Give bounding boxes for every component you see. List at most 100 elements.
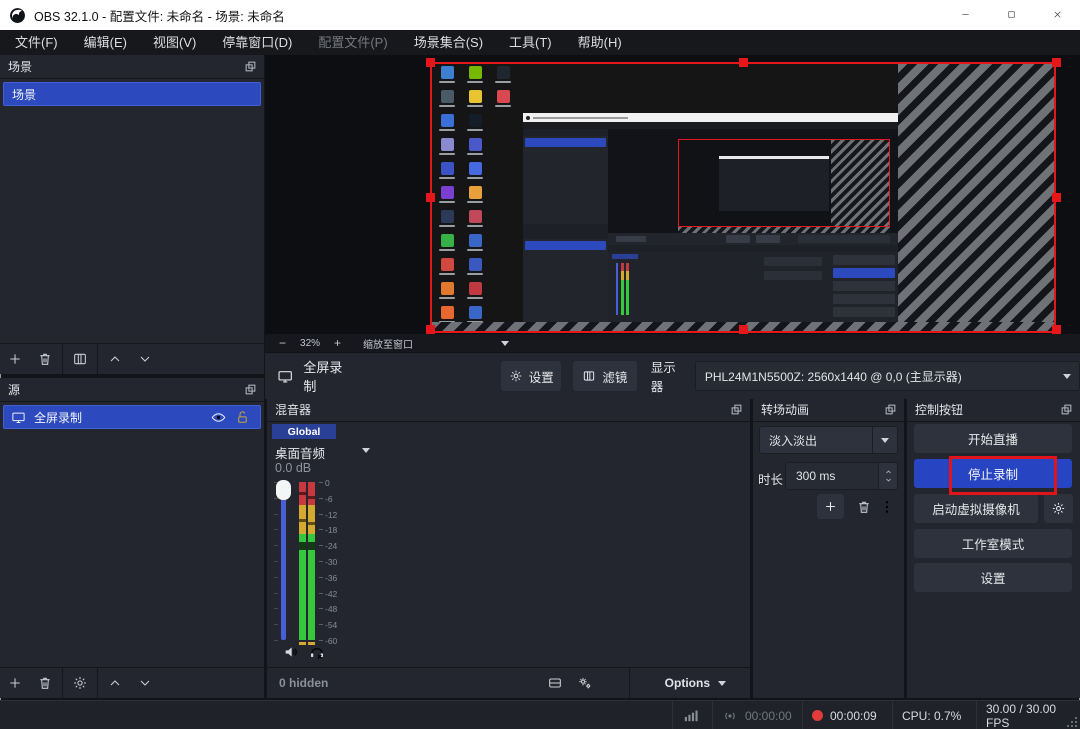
settings-label: 设置 bbox=[980, 568, 1005, 587]
remove-transition-button[interactable] bbox=[849, 492, 879, 522]
resize-handle-top-center[interactable] bbox=[739, 58, 748, 67]
speaker-unmuted-icon[interactable] bbox=[283, 644, 299, 660]
scene-filters-button[interactable] bbox=[65, 344, 95, 374]
volume-fader-track[interactable] bbox=[281, 482, 286, 640]
menu-scene-collection[interactable]: 场景集合(S) bbox=[401, 30, 496, 55]
volume-fader-handle[interactable] bbox=[276, 480, 291, 500]
mixer-layout-toggle-button[interactable] bbox=[540, 668, 570, 698]
spin-up-icon[interactable] bbox=[884, 468, 893, 476]
menu-docks[interactable]: 停靠窗口(D) bbox=[209, 30, 305, 55]
move-scene-down-button[interactable] bbox=[130, 344, 160, 374]
stop-recording-button[interactable]: 停止录制 bbox=[914, 459, 1072, 488]
settings-button[interactable]: 设置 bbox=[914, 563, 1072, 592]
transition-select-dropdown[interactable]: 淡入淡出 bbox=[759, 426, 898, 454]
mixer-options-button[interactable]: Options bbox=[665, 676, 726, 690]
resize-handle-bottom-right[interactable] bbox=[1052, 325, 1061, 334]
add-transition-button[interactable] bbox=[817, 494, 844, 519]
start-streaming-button[interactable]: 开始直播 bbox=[914, 424, 1072, 453]
zoom-in-button[interactable]: + bbox=[334, 336, 341, 350]
hidden-count-label: 0 hidden bbox=[279, 676, 328, 690]
stop-recording-label: 停止录制 bbox=[968, 464, 1018, 483]
source-list-item[interactable]: 全屏录制 bbox=[3, 405, 261, 429]
preview-canvas[interactable] bbox=[265, 55, 1080, 334]
move-source-down-button[interactable] bbox=[130, 668, 160, 698]
menu-profile[interactable]: 配置文件(P) bbox=[305, 30, 400, 55]
menu-bar: 文件(F) 编辑(E) 视图(V) 停靠窗口(D) 配置文件(P) 场景集合(S… bbox=[0, 30, 1080, 55]
title-bar: OBS 32.1.0 - 配置文件: 未命名 - 场景: 未命名 bbox=[0, 0, 1080, 31]
menu-view[interactable]: 视图(V) bbox=[140, 30, 209, 55]
resize-grip[interactable] bbox=[1067, 717, 1077, 727]
channel-menu-caret-icon[interactable] bbox=[362, 448, 370, 453]
monitor-off-headphones-icon[interactable] bbox=[309, 644, 325, 660]
obs-main-window: OBS 32.1.0 - 配置文件: 未命名 - 场景: 未命名 文件(F) 编… bbox=[0, 0, 1080, 729]
resize-handle-middle-left[interactable] bbox=[426, 193, 435, 202]
zoom-fit-label[interactable]: 缩放至窗口 bbox=[363, 336, 413, 351]
maximize-button[interactable] bbox=[988, 0, 1034, 29]
spinbox-arrows[interactable] bbox=[878, 463, 897, 489]
move-source-up-button[interactable] bbox=[100, 668, 130, 698]
stream-time: 00:00:00 bbox=[745, 709, 792, 723]
dock-popup-icon[interactable] bbox=[730, 403, 743, 416]
cpu-usage: CPU: 0.7% bbox=[902, 701, 961, 729]
menu-edit[interactable]: 编辑(E) bbox=[71, 30, 140, 55]
vu-meter-right bbox=[308, 482, 315, 640]
zoom-fit-caret-icon[interactable] bbox=[501, 341, 509, 346]
source-visibility-eye-icon[interactable] bbox=[211, 410, 226, 425]
dock-popup-icon[interactable] bbox=[1060, 403, 1073, 416]
menu-file[interactable]: 文件(F) bbox=[2, 30, 71, 55]
meter-scale-label: -54 bbox=[325, 620, 337, 630]
dock-popup-icon[interactable] bbox=[244, 383, 257, 396]
close-button[interactable] bbox=[1034, 0, 1080, 29]
add-scene-button[interactable] bbox=[0, 344, 30, 374]
source-properties-button[interactable] bbox=[65, 668, 95, 698]
record-time: 00:00:09 bbox=[830, 709, 877, 723]
duration-label: 时长 bbox=[758, 469, 783, 488]
global-audio-badge: Global bbox=[272, 424, 336, 439]
source-settings-button[interactable]: 设置 bbox=[501, 361, 561, 391]
meter-scale-label: -18 bbox=[325, 525, 337, 535]
display-label: 显示器 bbox=[651, 357, 687, 395]
move-scene-up-button[interactable] bbox=[100, 344, 130, 374]
display-select-dropdown[interactable]: PHL24M1N5500Z: 2560x1440 @ 0,0 (主显示器) bbox=[695, 361, 1080, 391]
virtual-camera-config-button[interactable] bbox=[1044, 494, 1073, 523]
selected-source-bounding-box[interactable] bbox=[430, 62, 1056, 333]
menu-tools[interactable]: 工具(T) bbox=[496, 30, 565, 55]
sources-dock-title: 源 bbox=[8, 381, 20, 398]
volume-db-label: 0.0 dB bbox=[275, 461, 311, 475]
gear-icon bbox=[509, 369, 523, 383]
transition-name: 淡入淡出 bbox=[769, 432, 817, 449]
transition-properties-dots-icon[interactable] bbox=[877, 492, 897, 522]
options-label: Options bbox=[665, 676, 710, 690]
resize-handle-middle-right[interactable] bbox=[1052, 193, 1061, 202]
spin-down-icon[interactable] bbox=[884, 476, 893, 484]
dock-popup-icon[interactable] bbox=[244, 60, 257, 73]
settings-label: 设置 bbox=[529, 367, 554, 386]
add-source-button[interactable] bbox=[0, 668, 30, 698]
display-capture-icon bbox=[11, 410, 26, 425]
remove-scene-button[interactable] bbox=[30, 344, 60, 374]
zoom-percent: 32% bbox=[300, 338, 320, 349]
resize-handle-bottom-center[interactable] bbox=[739, 325, 748, 334]
meter-scale-label: -6 bbox=[325, 494, 333, 504]
zoom-out-button[interactable]: − bbox=[279, 336, 286, 350]
start-virtual-camera-button[interactable]: 启动虚拟摄像机 bbox=[914, 494, 1038, 523]
bitrate-signal-icon bbox=[682, 701, 699, 729]
meter-scale-label: 0 bbox=[325, 478, 330, 488]
resize-handle-top-left[interactable] bbox=[426, 58, 435, 67]
advanced-audio-button[interactable] bbox=[570, 668, 600, 698]
source-unlock-icon[interactable] bbox=[235, 410, 250, 425]
studio-mode-button[interactable]: 工作室模式 bbox=[914, 529, 1072, 558]
resize-handle-top-right[interactable] bbox=[1052, 58, 1061, 67]
window-title: OBS 32.1.0 - 配置文件: 未命名 - 场景: 未命名 bbox=[34, 6, 285, 25]
resize-handle-bottom-left[interactable] bbox=[426, 325, 435, 334]
dock-popup-icon[interactable] bbox=[884, 403, 897, 416]
menu-help[interactable]: 帮助(H) bbox=[565, 30, 635, 55]
source-filters-button[interactable]: 滤镜 bbox=[573, 361, 637, 391]
minimize-button[interactable] bbox=[942, 0, 988, 29]
transition-duration-spinbox[interactable]: 300 ms bbox=[785, 462, 898, 490]
remove-source-button[interactable] bbox=[30, 668, 60, 698]
transitions-dock-header: 转场动画 bbox=[753, 398, 904, 422]
status-bar: 00:00:00 00:00:09 CPU: 0.7% 30.00 / 30.0… bbox=[0, 700, 1080, 729]
scene-name: 场景 bbox=[12, 86, 36, 103]
scene-list-item[interactable]: 场景 bbox=[3, 82, 261, 106]
